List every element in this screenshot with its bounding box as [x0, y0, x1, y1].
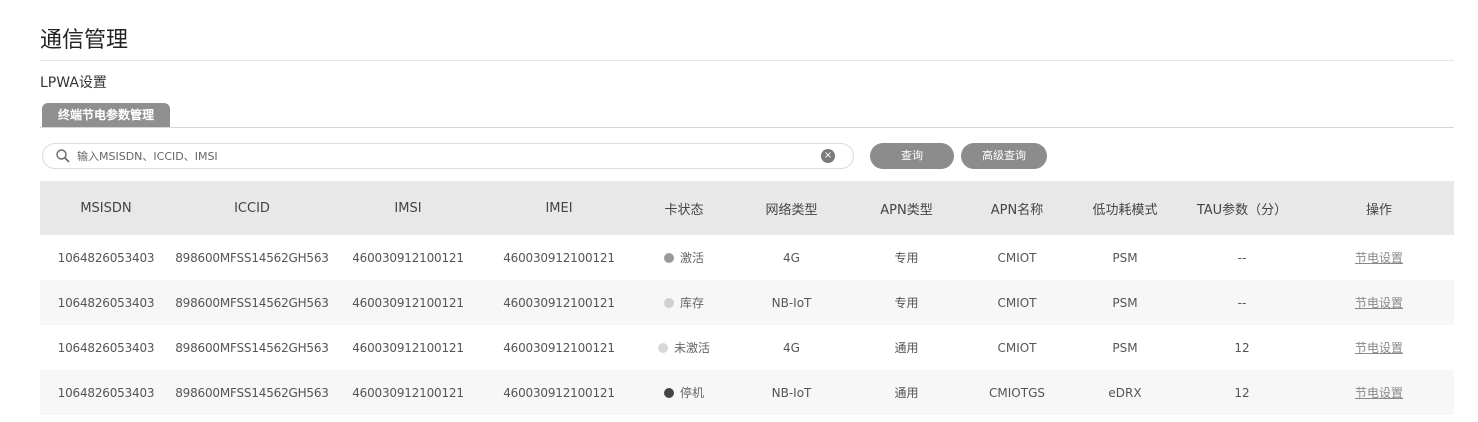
cell-action: 节电设置: [1304, 280, 1454, 325]
table-row: 1064826053403 898600MFSS14562GH563 46003…: [40, 370, 1454, 415]
power-setting-link[interactable]: 节电设置: [1355, 296, 1403, 310]
cell-action: 节电设置: [1304, 370, 1454, 415]
cell-iccid: 898600MFSS14562GH563: [175, 295, 329, 310]
column-header-tau: TAU参数（分）: [1196, 202, 1288, 218]
column-header-action: 操作: [1365, 202, 1392, 218]
cell-apn-name: CMIOT: [997, 250, 1037, 265]
cell-power-mode: PSM: [1112, 340, 1138, 355]
cell-iccid: 898600MFSS14562GH563: [175, 250, 329, 265]
cell-action: 节电设置: [1304, 235, 1454, 280]
column-header-apn-type: APN类型: [880, 202, 933, 218]
column-header-power-mode: 低功耗模式: [1092, 202, 1158, 218]
cell-card-status: 未激活: [634, 325, 734, 370]
status-dot-icon: [663, 388, 674, 398]
status-text: 激活: [679, 251, 704, 265]
status-text: 库存: [679, 296, 704, 310]
cell-tau: 12: [1234, 385, 1250, 400]
cell-imei: 460030912100121: [503, 340, 615, 355]
cell-card-status: 库存: [634, 280, 734, 325]
cell-power-mode: PSM: [1112, 250, 1138, 265]
cell-imei: 460030912100121: [503, 385, 615, 400]
column-header-imei: IMEI: [545, 200, 573, 216]
query-button[interactable]: 查询: [870, 143, 954, 169]
table-header: MSISDN ICCID IMSI IMEI 卡状态 网络类型 APN类型 AP…: [40, 181, 1454, 235]
cell-imsi: 460030912100121: [352, 295, 464, 310]
cell-card-status: 停机: [634, 370, 734, 415]
tab-divider: [40, 127, 1454, 128]
status-text: 停机: [679, 386, 704, 400]
cell-iccid: 898600MFSS14562GH563: [175, 340, 329, 355]
table-row: 1064826053403 898600MFSS14562GH563 46003…: [40, 280, 1454, 325]
cell-msisdn: 1064826053403: [57, 385, 155, 400]
cell-network-type: NB-IoT: [771, 295, 812, 310]
status-dot-icon: [663, 253, 674, 263]
search-box[interactable]: ×: [42, 143, 854, 169]
cell-imei: 460030912100121: [503, 250, 615, 265]
cell-apn-type: 专用: [894, 251, 919, 265]
table-row: 1064826053403 898600MFSS14562GH563 46003…: [40, 325, 1454, 370]
column-header-imsi: IMSI: [394, 200, 422, 216]
column-header-network-type: 网络类型: [765, 202, 818, 218]
cell-power-mode: eDRX: [1108, 385, 1142, 400]
cell-power-mode: PSM: [1112, 295, 1138, 310]
cell-apn-name: CMIOT: [997, 340, 1037, 355]
power-setting-link[interactable]: 节电设置: [1355, 386, 1403, 400]
status-text: 未激活: [673, 341, 710, 355]
cell-action: 节电设置: [1304, 325, 1454, 370]
cell-msisdn: 1064826053403: [57, 250, 155, 265]
status-dot-icon: [663, 298, 674, 308]
cell-tau: --: [1237, 295, 1247, 310]
cell-network-type: NB-IoT: [771, 385, 812, 400]
cell-iccid: 898600MFSS14562GH563: [175, 385, 329, 400]
cell-tau: 12: [1234, 340, 1250, 355]
cell-msisdn: 1064826053403: [57, 340, 155, 355]
search-input[interactable]: [77, 146, 817, 166]
column-header-apn-name: APN名称: [990, 202, 1044, 218]
tab-power-saving-params[interactable]: 终端节电参数管理: [42, 103, 171, 127]
section-title: LPWA设置: [40, 75, 107, 91]
cell-apn-name: CMIOT: [997, 295, 1037, 310]
clear-icon[interactable]: ×: [821, 149, 835, 163]
column-header-card-status: 卡状态: [664, 202, 704, 218]
cell-imsi: 460030912100121: [352, 385, 464, 400]
cell-card-status: 激活: [634, 235, 734, 280]
cell-apn-type: 专用: [894, 296, 919, 310]
column-header-iccid: ICCID: [234, 200, 270, 216]
cell-tau: --: [1237, 250, 1247, 265]
table-row: 1064826053403 898600MFSS14562GH563 46003…: [40, 235, 1454, 280]
status-dot-icon: [657, 343, 668, 353]
card-table: MSISDN ICCID IMSI IMEI 卡状态 网络类型 APN类型 AP…: [40, 181, 1454, 415]
cell-network-type: 4G: [783, 340, 800, 355]
page-title: 通信管理: [40, 28, 129, 53]
advanced-query-button[interactable]: 高级查询: [961, 143, 1047, 169]
power-setting-link[interactable]: 节电设置: [1355, 341, 1403, 355]
power-setting-link[interactable]: 节电设置: [1355, 251, 1403, 265]
column-header-msisdn: MSISDN: [80, 200, 132, 216]
cell-msisdn: 1064826053403: [57, 295, 155, 310]
cell-apn-type: 通用: [894, 341, 919, 355]
cell-imei: 460030912100121: [503, 295, 615, 310]
cell-imsi: 460030912100121: [352, 340, 464, 355]
cell-apn-type: 通用: [894, 386, 919, 400]
cell-apn-name: CMIOTGS: [989, 385, 1045, 400]
cell-network-type: 4G: [783, 250, 800, 265]
title-divider: [40, 60, 1454, 61]
cell-imsi: 460030912100121: [352, 250, 464, 265]
search-icon: [55, 148, 71, 164]
